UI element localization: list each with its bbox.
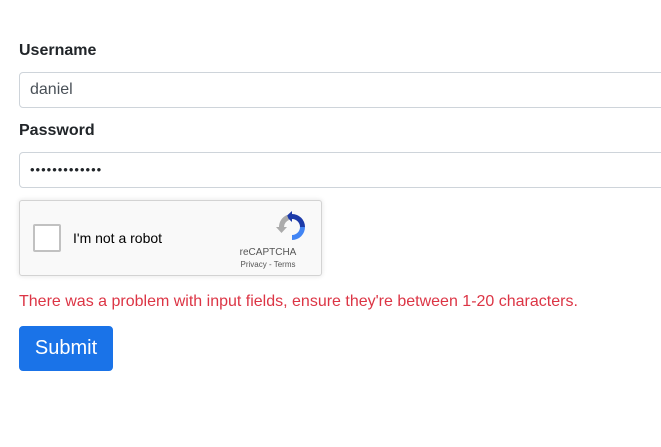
username-label: Username <box>19 42 97 59</box>
recaptcha-widget: I'm not a robot reCAPTCHA Privacy - Term… <box>19 200 322 276</box>
recaptcha-checkbox-label: I'm not a robot <box>73 230 163 246</box>
recaptcha-checkbox[interactable] <box>33 224 61 252</box>
recaptcha-logo-icon <box>276 211 305 240</box>
recaptcha-brand: reCAPTCHA <box>239 247 297 258</box>
password-label: Password <box>19 122 95 139</box>
password-input[interactable]: ••••••••••••• <box>19 152 661 188</box>
submit-button[interactable]: Submit <box>19 326 113 371</box>
error-message: There was a problem with input fields, e… <box>19 293 578 310</box>
recaptcha-privacy-terms-links[interactable]: Privacy - Terms <box>223 260 313 269</box>
username-input[interactable]: daniel <box>19 72 661 108</box>
